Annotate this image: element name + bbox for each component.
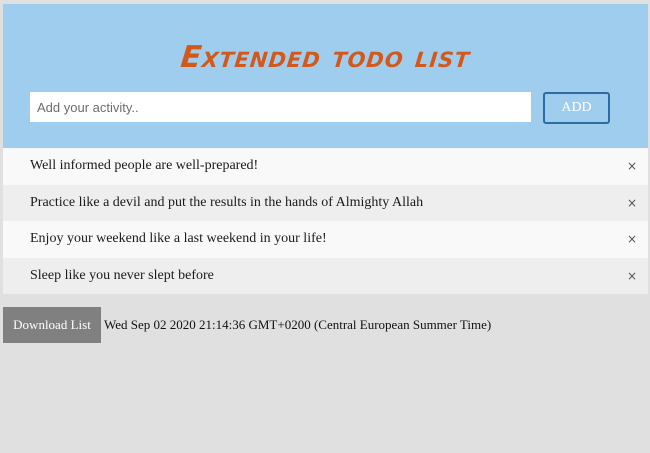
todo-list: Well informed people are well-prepared! … xyxy=(3,148,648,294)
todo-item-text: Sleep like you never slept before xyxy=(30,267,214,283)
todo-item[interactable]: Sleep like you never slept before × xyxy=(3,257,648,294)
close-icon[interactable]: × xyxy=(627,148,637,184)
timestamp: Wed Sep 02 2020 21:14:36 GMT+0200 (Centr… xyxy=(104,317,492,332)
todo-item[interactable]: Well informed people are well-prepared! … xyxy=(3,148,648,185)
todo-item-text: Enjoy your weekend like a last weekend i… xyxy=(30,231,327,246)
download-list-button[interactable]: Download List xyxy=(3,307,101,343)
close-icon[interactable]: × xyxy=(627,185,637,221)
app-container: Extended todo list ADD Well informed peo… xyxy=(3,4,648,453)
close-icon[interactable]: × xyxy=(627,221,637,257)
todo-item[interactable]: Enjoy your weekend like a last weekend i… xyxy=(3,221,648,258)
header: Extended todo list ADD xyxy=(3,4,648,148)
page-title: Extended todo list xyxy=(179,40,472,75)
add-button[interactable]: ADD xyxy=(543,92,610,124)
todo-item-text: Practice like a devil and put the result… xyxy=(30,194,424,210)
todo-item[interactable]: Practice like a devil and put the result… xyxy=(3,184,648,221)
close-icon[interactable]: × xyxy=(627,258,637,294)
todo-item-text: Well informed people are well-prepared! xyxy=(30,158,259,173)
activity-input[interactable] xyxy=(30,92,531,122)
